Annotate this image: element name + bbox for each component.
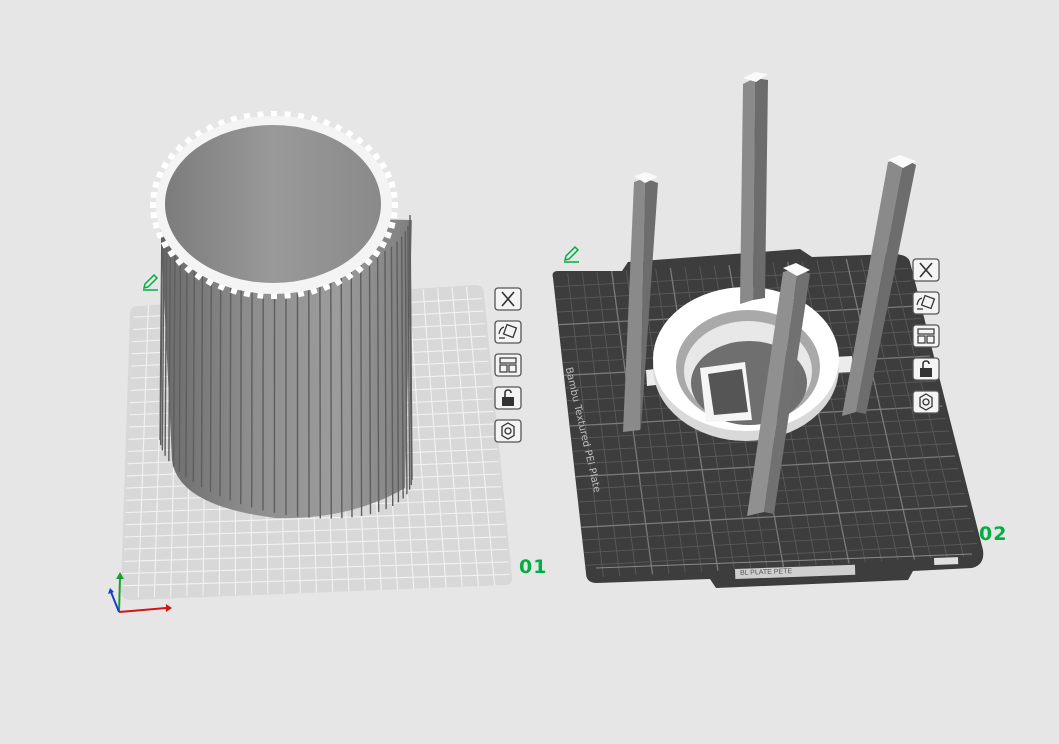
plate-01-number[interactable]: 01	[519, 556, 547, 578]
plate-01-close-icon[interactable]	[493, 286, 523, 312]
plate-02-lock-icon[interactable]	[911, 356, 941, 382]
plate-01-lock-icon[interactable]	[493, 385, 523, 411]
plate-02-close-icon[interactable]	[911, 257, 941, 283]
plate-02-number[interactable]: 02	[979, 523, 1007, 545]
edit-plate-02-name-icon[interactable]	[562, 244, 582, 264]
fluted-cylinder-model[interactable]	[150, 111, 413, 519]
plate-02-auto-orient-icon[interactable]	[911, 290, 941, 316]
plate-01-auto-orient-icon[interactable]	[493, 319, 523, 345]
plate-02-toolbar	[911, 257, 943, 422]
3d-viewport[interactable]: Bambu Textured PEI Plate BL PLATE PETE 0…	[0, 0, 1059, 744]
plate-01-toolbar	[493, 286, 525, 451]
plate-02-settings-icon[interactable]	[911, 389, 941, 415]
plate-02-arrange-icon[interactable]	[911, 323, 941, 349]
edit-plate-01-name-icon[interactable]	[141, 272, 161, 292]
viewport-canvas[interactable]	[0, 0, 1059, 744]
plate-01-settings-icon[interactable]	[493, 418, 523, 444]
plate-01-arrange-icon[interactable]	[493, 352, 523, 378]
